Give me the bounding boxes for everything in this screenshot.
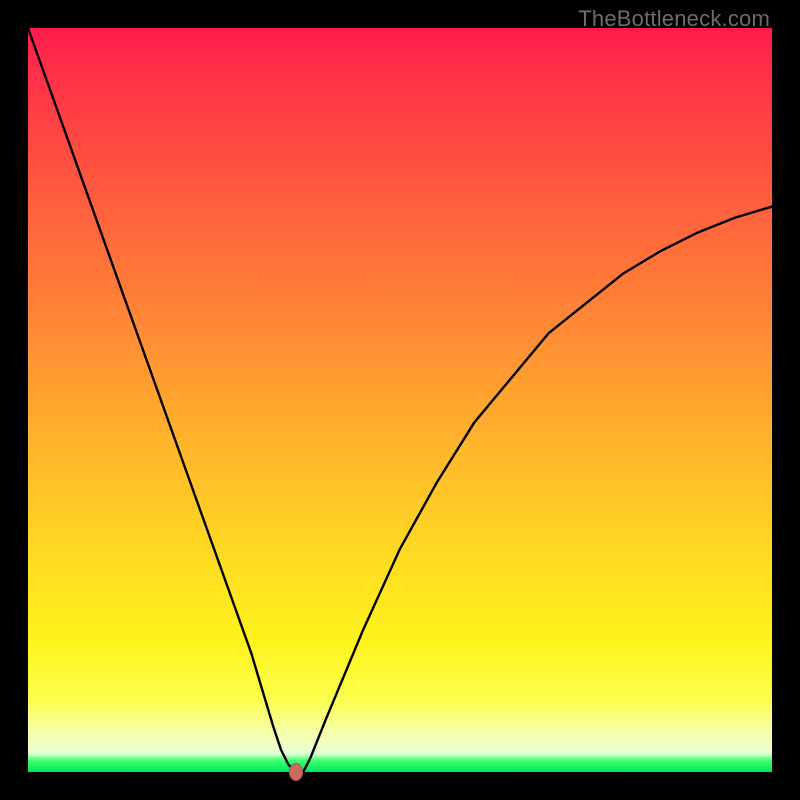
chart-frame: TheBottleneck.com	[0, 0, 800, 800]
min-point-marker	[289, 763, 303, 781]
plot-area	[28, 28, 772, 772]
curve-line	[28, 28, 772, 772]
bottleneck-curve	[28, 28, 772, 772]
